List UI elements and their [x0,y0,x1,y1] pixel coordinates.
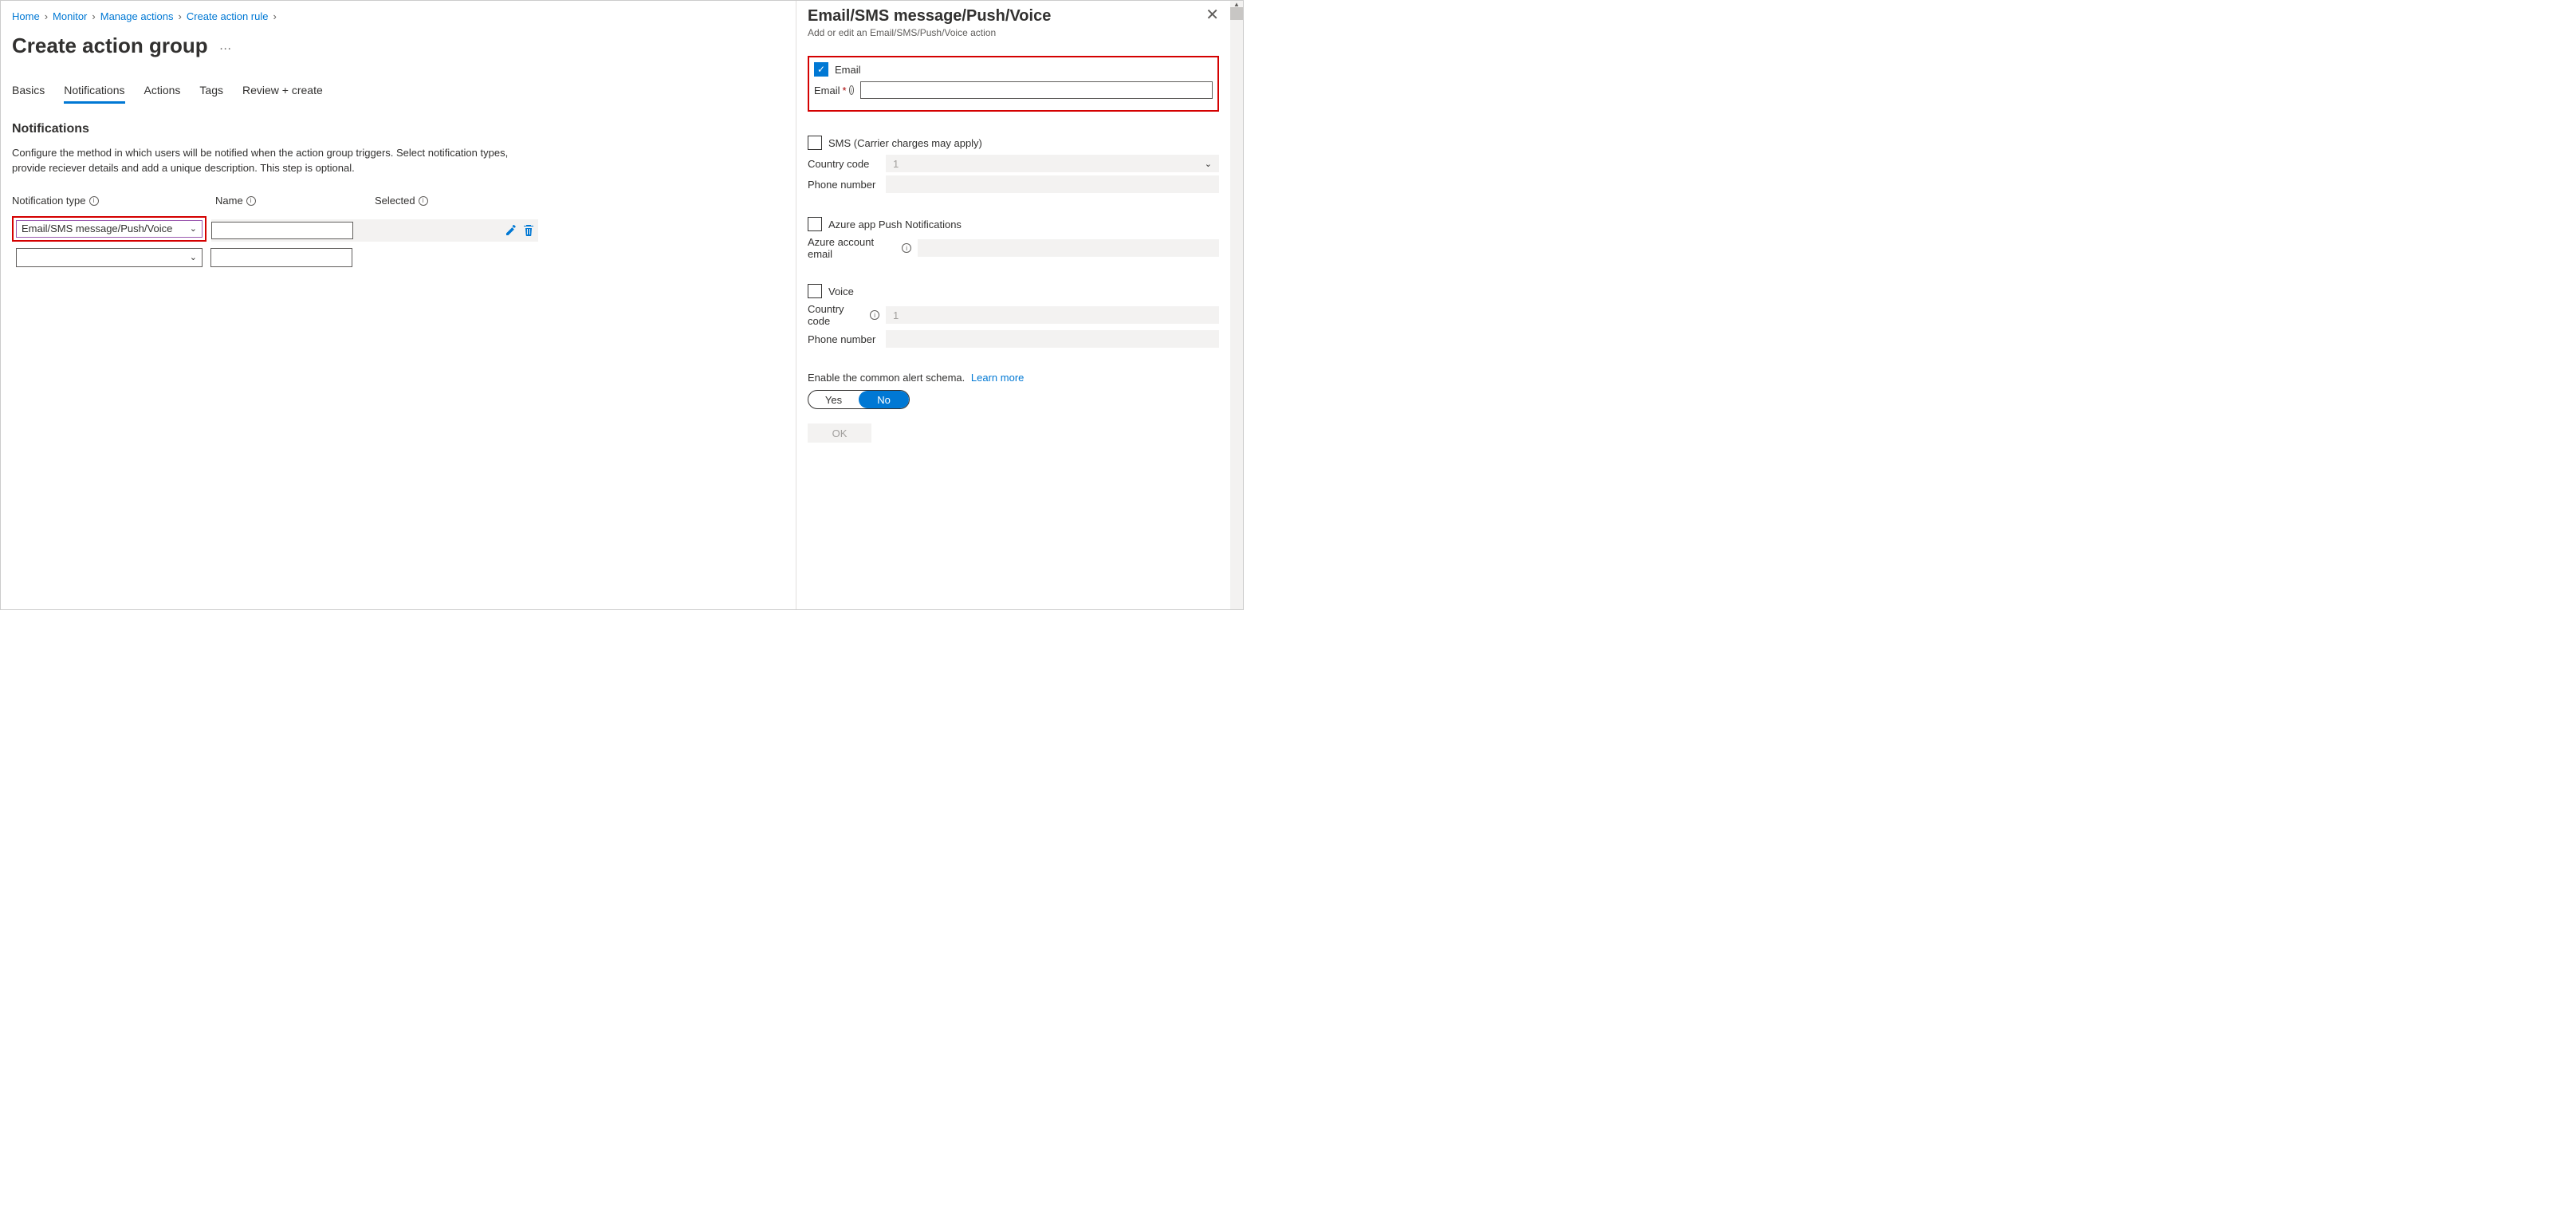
voice-group: Voice Country code i 1 Phone number [808,284,1219,348]
country-code-label: Country code [808,158,879,170]
chevron-down-icon: ⌄ [190,252,197,262]
voice-checkbox[interactable] [808,284,822,298]
select-value: Email/SMS message/Push/Voice [22,223,172,234]
phone-label: Phone number [808,179,879,191]
scrollbar[interactable]: ▲ [1230,1,1243,609]
learn-more-link[interactable]: Learn more [971,372,1024,384]
sms-checkbox[interactable] [808,136,822,150]
schema-text: Enable the common alert schema. [808,372,965,384]
sms-checkbox-label: SMS (Carrier charges may apply) [828,137,982,149]
chevron-right-icon: › [92,10,95,22]
col-header-selected-label: Selected [375,195,415,207]
email-group-highlight: Email Email * i [808,56,1219,112]
highlight-box: Email/SMS message/Push/Voice ⌄ [12,216,206,242]
chevron-right-icon: › [273,10,276,22]
close-icon[interactable]: ✕ [1205,7,1219,23]
chevron-down-icon: ⌄ [1205,159,1212,169]
chevron-right-icon: › [45,10,48,22]
section-heading: Notifications [12,122,785,136]
breadcrumb-create-action-rule[interactable]: Create action rule [187,10,269,22]
voice-phone-label: Phone number [808,333,879,345]
voice-country-code-label: Country code i [808,303,879,327]
info-icon[interactable]: i [849,85,854,95]
breadcrumb-home[interactable]: Home [12,10,40,22]
voice-checkbox-label: Voice [828,286,854,297]
sms-group: SMS (Carrier charges may apply) Country … [808,136,1219,193]
toggle-no[interactable]: No [859,391,909,408]
schema-toggle[interactable]: Yes No [808,390,910,409]
col-header-name-label: Name [215,195,243,207]
ok-button[interactable]: OK [808,423,871,443]
page-title: Create action group [12,33,208,58]
tab-tags[interactable]: Tags [199,81,223,104]
edit-icon[interactable] [505,224,517,237]
sms-country-code-select: 1 ⌄ [886,155,1219,172]
info-icon[interactable]: i [870,310,879,320]
notification-type-select[interactable]: Email/SMS message/Push/Voice ⌄ [16,220,203,238]
flyout-title: Email/SMS message/Push/Voice [808,7,1051,26]
info-icon[interactable]: i [419,196,428,206]
push-group: Azure app Push Notifications Azure accou… [808,217,1219,260]
scrollbar-thumb[interactable] [1230,7,1243,20]
notification-type-select-empty[interactable]: ⌄ [16,248,203,267]
more-actions-button[interactable]: … [219,39,233,53]
voice-phone-input [886,330,1219,348]
col-header-selected: Selected i [375,194,550,208]
toggle-yes[interactable]: Yes [808,391,859,408]
breadcrumb: Home › Monitor › Manage actions › Create… [12,7,785,29]
chevron-right-icon: › [179,10,182,22]
notifications-table: Notification type i Name i Selected i [12,194,785,267]
main-content: Home › Monitor › Manage actions › Create… [1,1,796,609]
push-checkbox[interactable] [808,217,822,231]
tab-review-create[interactable]: Review + create [242,81,323,104]
title-bar: Create action group … [12,33,785,58]
email-field-label: Email * i [814,85,854,96]
schema-text-row: Enable the common alert schema. Learn mo… [808,372,1219,384]
push-email-input [918,239,1219,257]
email-input[interactable] [860,81,1213,99]
delete-icon[interactable] [522,224,535,237]
info-icon[interactable]: i [246,196,256,206]
email-checkbox[interactable] [814,62,828,77]
section-description: Configure the method in which users will… [12,146,538,176]
notification-name-input-empty[interactable] [210,248,352,267]
flyout-panel: Email/SMS message/Push/Voice ✕ Add or ed… [796,1,1230,609]
info-icon[interactable]: i [89,196,99,206]
breadcrumb-manage-actions[interactable]: Manage actions [100,10,174,22]
sms-phone-input [886,175,1219,193]
breadcrumb-monitor[interactable]: Monitor [53,10,87,22]
push-checkbox-label: Azure app Push Notifications [828,219,962,230]
col-header-name: Name i [215,194,359,208]
chevron-down-icon: ⌄ [190,223,197,234]
col-header-type-label: Notification type [12,195,86,207]
info-icon[interactable]: i [902,243,911,253]
voice-country-code-input: 1 [886,306,1219,324]
email-checkbox-label: Email [835,64,861,76]
push-email-label: Azure account email i [808,236,911,260]
flyout-subtitle: Add or edit an Email/SMS/Push/Voice acti… [808,27,1219,38]
tab-bar: Basics Notifications Actions Tags Review… [12,81,785,104]
tab-notifications[interactable]: Notifications [64,81,124,104]
tab-actions[interactable]: Actions [144,81,181,104]
col-header-type: Notification type i [12,194,207,208]
tab-basics[interactable]: Basics [12,81,45,104]
notification-name-input[interactable] [211,222,353,239]
